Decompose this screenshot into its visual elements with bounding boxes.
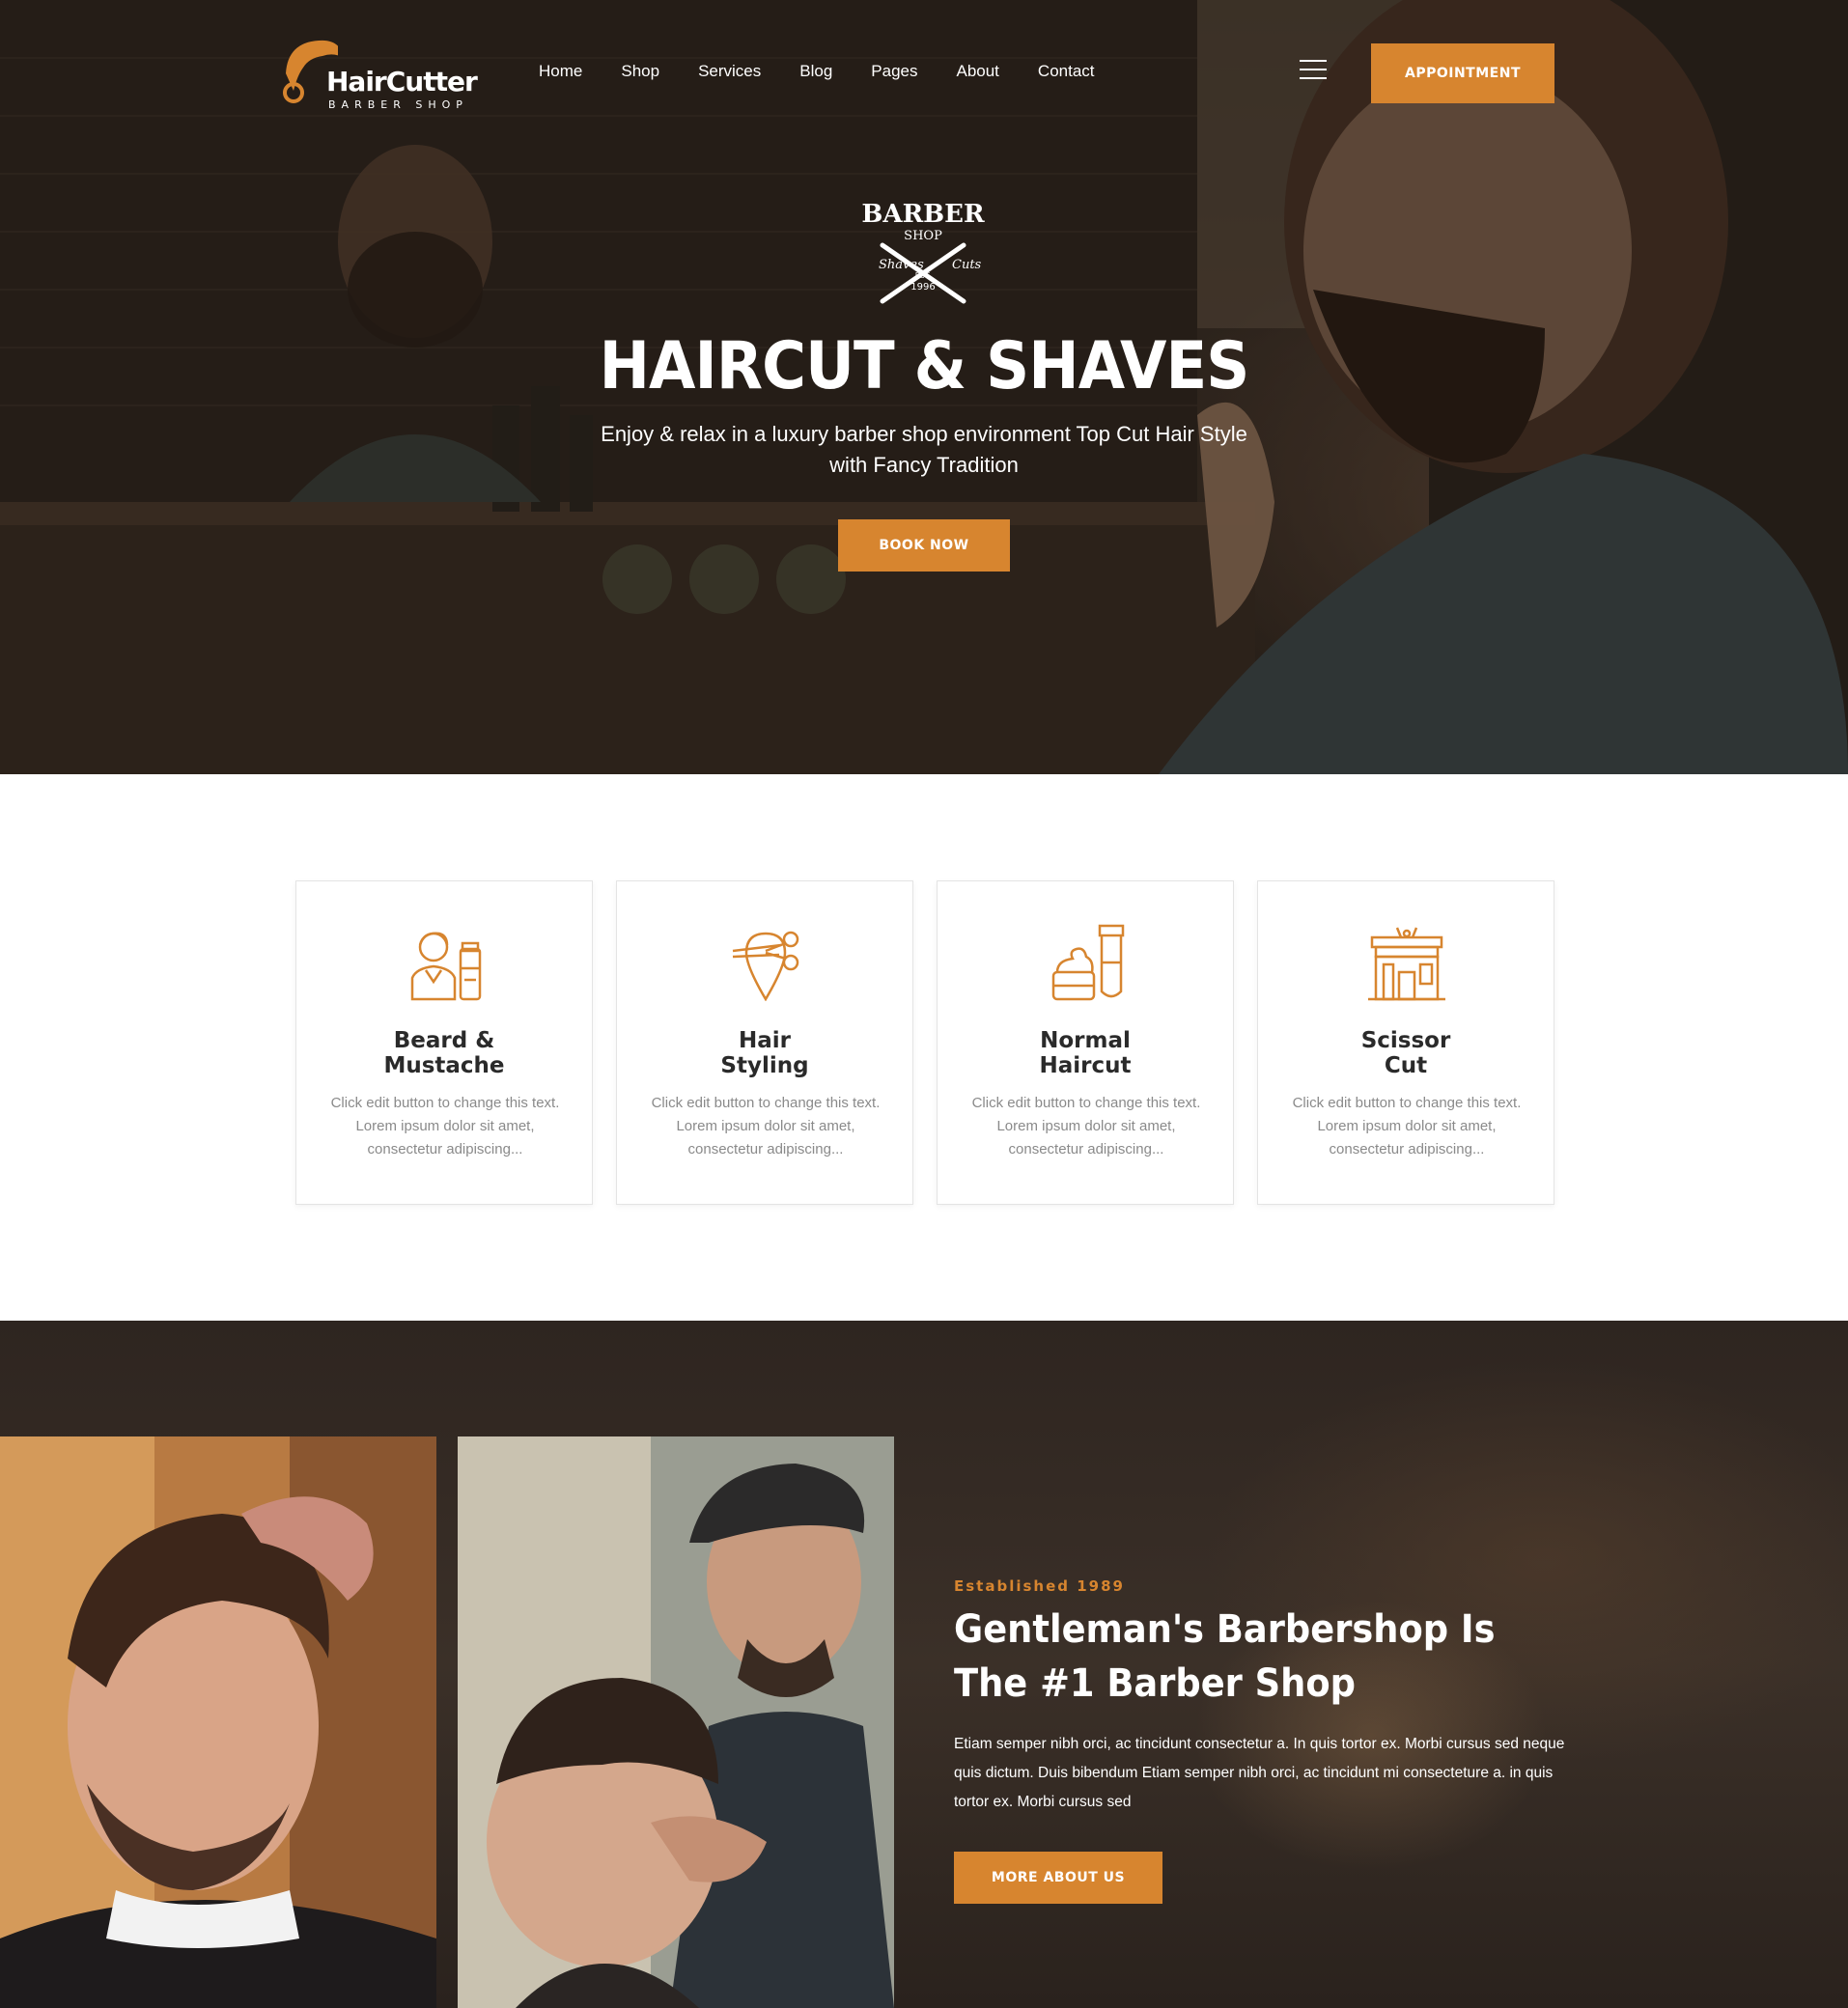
logo-subtitle: BARBER SHOP [328, 98, 468, 111]
about-photo-barber [458, 1436, 894, 2008]
nav-blog[interactable]: Blog [799, 62, 832, 81]
more-about-us-button[interactable]: more about us [954, 1852, 1162, 1904]
hamburger-icon[interactable] [1300, 60, 1327, 81]
service-card-scissor-cut[interactable]: Scissor Cut Click edit button to change … [1257, 880, 1554, 1205]
service-title-line2: Cut [1384, 1053, 1428, 1078]
site-logo[interactable]: HairCutter BARBER SHOP [280, 35, 478, 112]
services-section: Beard & Mustache Click edit button to ch… [295, 880, 1554, 1205]
service-title-line1: Normal [1040, 1028, 1131, 1053]
about-title: Gentleman's Barbershop Is The #1 Barber … [954, 1607, 1496, 1706]
appointment-button[interactable]: Appointment [1371, 43, 1554, 103]
badge-shop-text: SHOP [904, 229, 942, 243]
nav-contact[interactable]: Contact [1038, 62, 1095, 81]
cream-tube-icon [1051, 924, 1125, 1001]
service-title-line1: Beard & [393, 1028, 495, 1053]
service-title-line1: Scissor [1360, 1028, 1451, 1053]
badge-year-text: 1996 [910, 282, 935, 293]
hair-styling-icon [732, 931, 799, 1001]
nav-about[interactable]: About [956, 62, 998, 81]
nav-home[interactable]: Home [539, 62, 582, 81]
badge-shaves-text: Shaves [879, 258, 924, 272]
service-title-line1: Hair [739, 1028, 791, 1053]
badge-cuts-text: Cuts [952, 258, 982, 272]
service-card-beard[interactable]: Beard & Mustache Click edit button to ch… [295, 880, 593, 1205]
service-title: Beard & Mustache [296, 1028, 592, 1078]
nav-services[interactable]: Services [698, 62, 761, 81]
service-title: Hair Styling [617, 1028, 912, 1078]
about-eyebrow: Established 1989 [954, 1577, 1125, 1595]
hero-subtitle: Enjoy & relax in a luxury barber shop en… [601, 422, 1247, 477]
service-title: Normal Haircut [938, 1028, 1233, 1078]
service-card-normal-haircut[interactable]: Normal Haircut Click edit button to chan… [937, 880, 1234, 1205]
service-title: Scissor Cut [1258, 1028, 1554, 1078]
barber-shop-icon [1368, 927, 1445, 1001]
service-title-line2: Mustache [383, 1053, 505, 1078]
service-title-line2: Styling [720, 1053, 809, 1078]
service-title-line2: Haircut [1039, 1053, 1132, 1078]
about-photo-haircut [0, 1436, 436, 2008]
service-description: Click edit button to change this text. L… [330, 1095, 560, 1157]
nav-pages[interactable]: Pages [871, 62, 917, 81]
about-text: Etiam semper nibh orci, ac tincidunt con… [954, 1736, 1565, 1810]
service-card-hair-styling[interactable]: Hair Styling Click edit button to change… [616, 880, 913, 1205]
badge-est-text: EST. [915, 271, 932, 280]
about-section: Established 1989 Gentleman's Barbershop … [0, 1321, 1848, 2008]
hero-title: HAIRCUT & SHAVES [599, 328, 1250, 404]
book-now-button[interactable]: Book now [838, 519, 1010, 572]
barber-man-icon [410, 932, 482, 1001]
service-description: Click edit button to change this text. L… [971, 1095, 1201, 1157]
service-description: Click edit button to change this text. L… [651, 1095, 881, 1157]
nav-shop[interactable]: Shop [621, 62, 659, 81]
logo-title: HairCutter [326, 66, 478, 98]
service-description: Click edit button to change this text. L… [1292, 1095, 1522, 1157]
main-nav: Home Shop Services Blog Pages About Cont… [539, 62, 1134, 81]
barber-shop-badge-icon: BARBER SHOP Shaves Cuts EST. 1996 [861, 200, 985, 304]
hero-section: HairCutter BARBER SHOP Home Shop Service… [0, 0, 1848, 774]
badge-barber-text: BARBER [861, 200, 985, 229]
